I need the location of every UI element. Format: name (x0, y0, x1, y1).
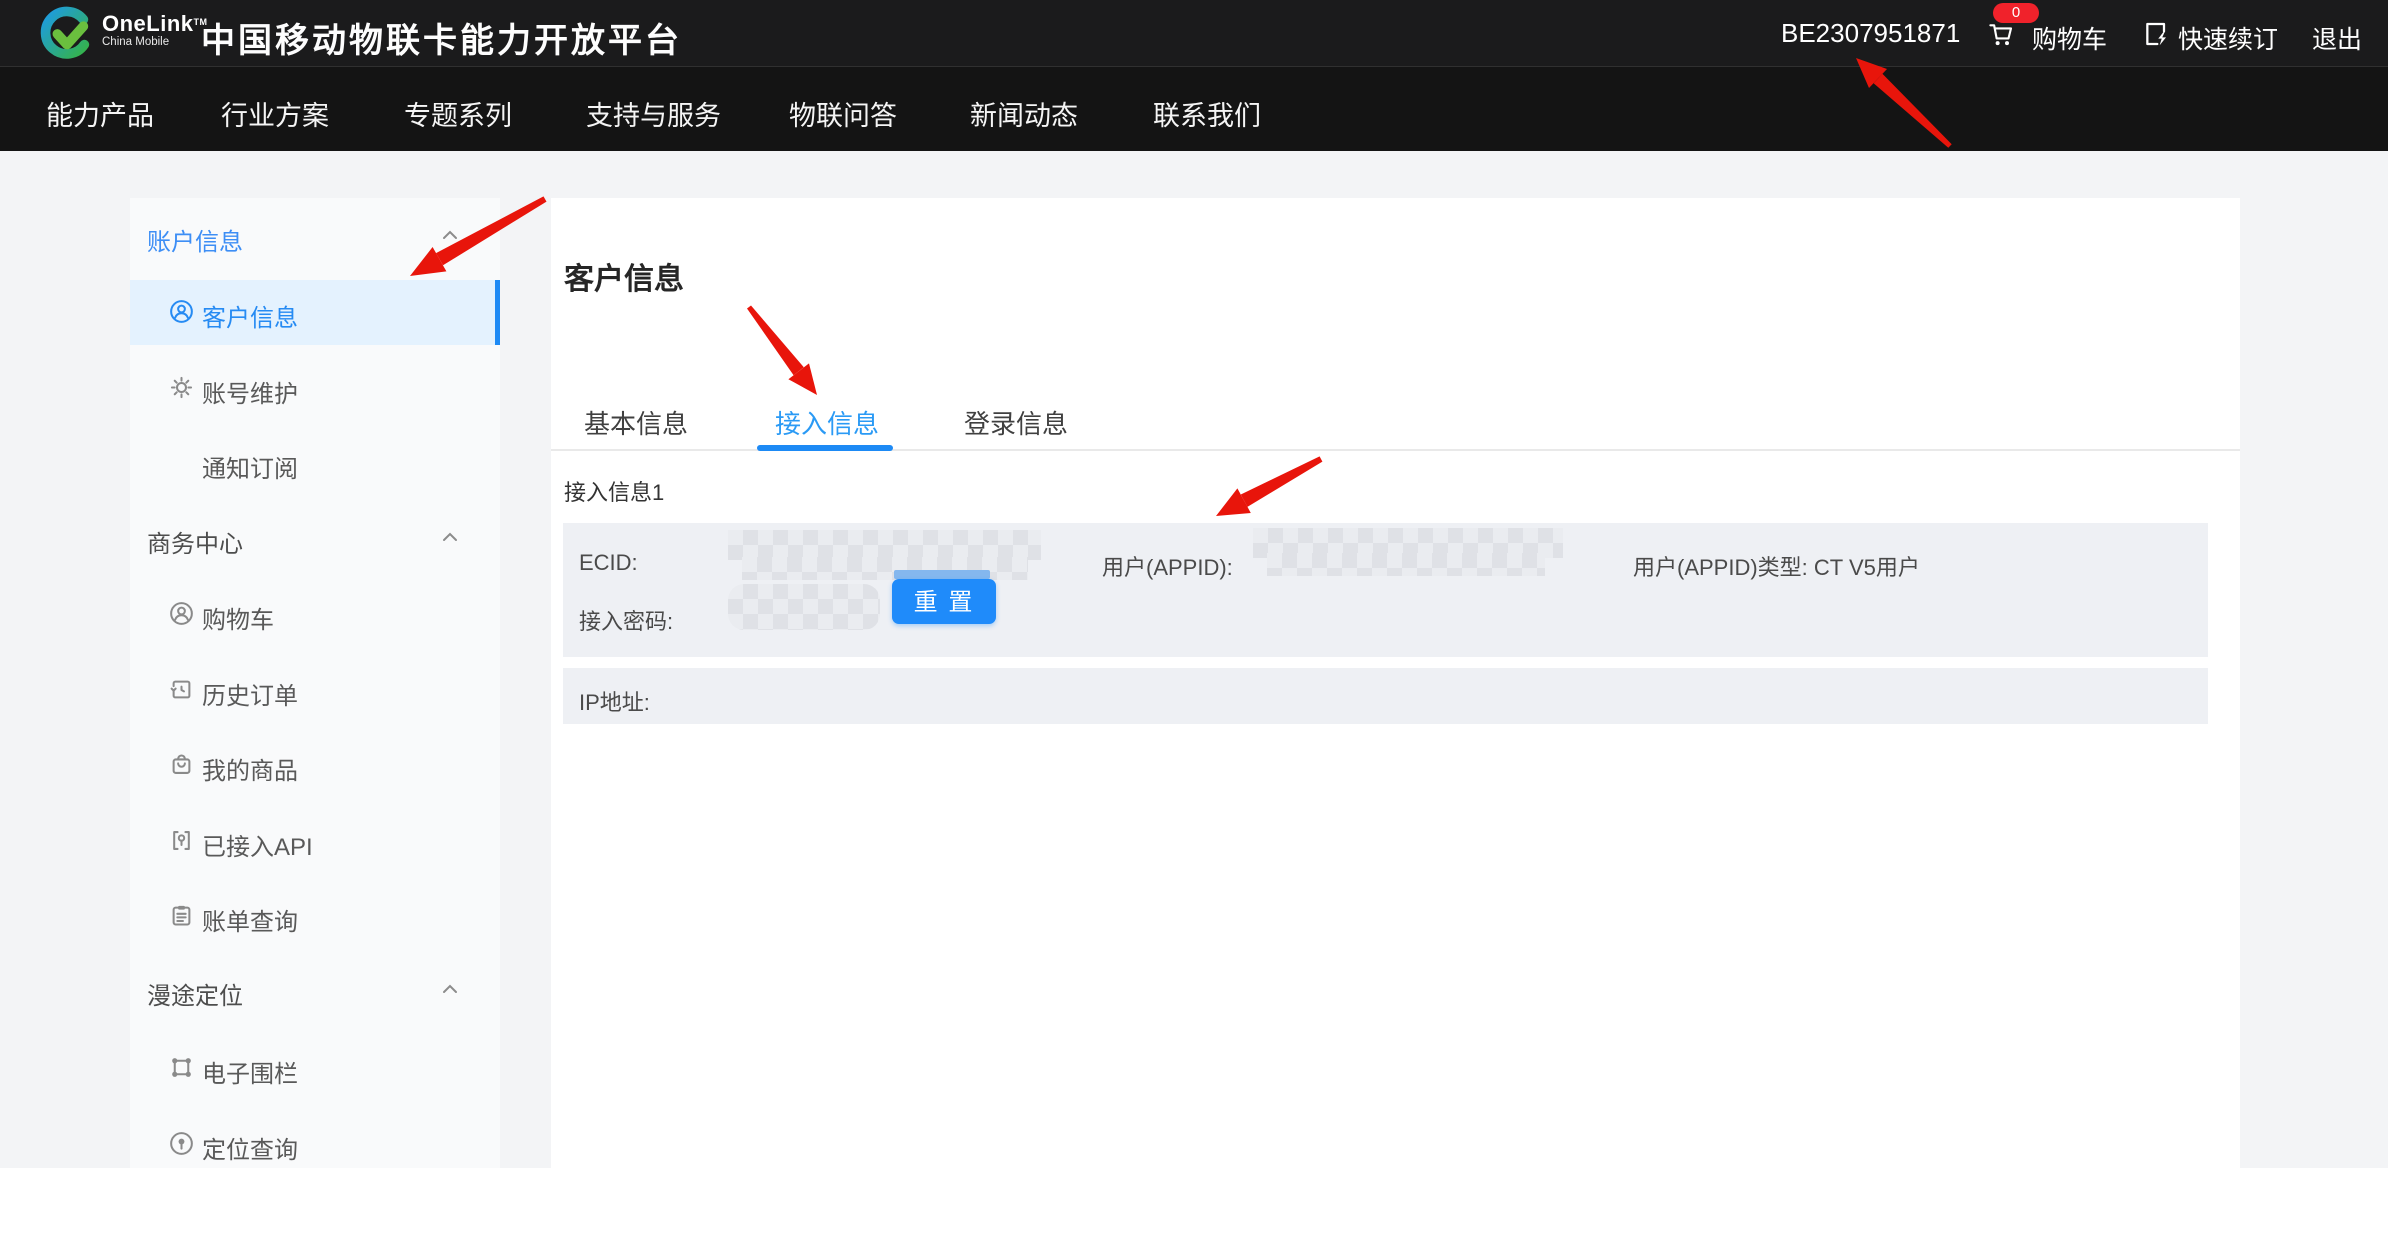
top-header-bar: OneLinkTM China Mobile 中国移动物联卡能力开放平台 BE2… (0, 0, 2388, 66)
tab-basic-info[interactable]: 基本信息 (584, 404, 688, 441)
sidebar-item-my-products[interactable]: 我的商品 (130, 733, 500, 798)
cart-icon[interactable] (1986, 19, 2016, 49)
selected-item-bar (495, 280, 500, 345)
sidebar-group-account-info[interactable]: 账户信息 (130, 204, 500, 269)
nav-item-industry-solutions[interactable]: 行业方案 (221, 94, 329, 133)
ecid-label: ECID: (579, 550, 638, 576)
tab-access-info[interactable]: 接入信息 (775, 404, 879, 441)
nav-item-contact-us[interactable]: 联系我们 (1153, 94, 1261, 133)
chevron-up-icon (442, 532, 458, 542)
sidebar-item-order-history[interactable]: 历史订单 (130, 658, 500, 723)
sidebar-item-shopping-cart[interactable]: 购物车 (130, 582, 500, 647)
user-circle-icon (168, 600, 195, 627)
nav-item-special-series[interactable]: 专题系列 (404, 94, 512, 133)
appid-value-redacted (1267, 553, 1545, 576)
chevron-up-icon (442, 984, 458, 994)
sidebar-item-label: 定位查询 (202, 1130, 298, 1165)
sidebar-item-label: 账单查询 (202, 902, 298, 937)
sidebar-menu: 账户信息 客户信息 账号维护 通知订阅 商务中心 (130, 198, 500, 1168)
sidebar-item-notification-subscription[interactable]: 通知订阅 (130, 431, 500, 496)
sidebar-item-customer-info[interactable]: 客户信息 (130, 280, 500, 345)
sidebar-item-label: 通知订阅 (202, 449, 298, 484)
nav-item-news[interactable]: 新闻动态 (970, 94, 1078, 133)
chevron-up-icon (442, 230, 458, 240)
main-content-panel: 客户信息 基本信息 接入信息 登录信息 接入信息1 ECID: 用户(APPID… (551, 198, 2240, 1168)
nav-item-support-services[interactable]: 支持与服务 (586, 94, 721, 133)
logout-link[interactable]: 退出 (2312, 20, 2362, 56)
appid-type-label-value: 用户(APPID)类型: CT V5用户 (1633, 550, 1920, 582)
geofence-icon (168, 1054, 195, 1081)
quick-renew-link[interactable]: 快速续订 (2178, 20, 2278, 56)
ip-address-label: IP地址: (579, 685, 650, 717)
appid-type-value: CT V5用户 (1814, 555, 1920, 580)
sidebar-item-connected-api[interactable]: 已接入API (130, 809, 500, 874)
cart-link[interactable]: 购物车 (2032, 20, 2107, 56)
sidebar-item-label: 历史订单 (202, 676, 298, 711)
ecid-value-redacted (728, 530, 1041, 560)
page-title: 客户信息 (564, 254, 684, 298)
sidebar-group-business-center[interactable]: 商务中心 (130, 506, 500, 571)
user-id-label[interactable]: BE2307951871 (1781, 18, 1960, 49)
sidebar-item-account-maintenance[interactable]: 账号维护 (130, 356, 500, 421)
sidebar-item-label: 电子围栏 (202, 1054, 298, 1089)
ip-address-card (563, 668, 2208, 724)
api-pin-icon (168, 827, 195, 854)
nav-item-iot-qa[interactable]: 物联问答 (789, 94, 897, 133)
site-title: 中国移动物联卡能力开放平台 (201, 13, 682, 62)
sidebar-group-label: 账户信息 (147, 222, 243, 257)
app-root: OneLinkTM China Mobile 中国移动物联卡能力开放平台 BE2… (0, 0, 2388, 1236)
reset-password-button[interactable]: 重 置 (892, 579, 996, 624)
sidebar-item-label: 购物车 (202, 600, 274, 635)
password-value-redacted (728, 584, 880, 630)
quick-renew-icon[interactable] (2140, 18, 2172, 50)
sidebar-item-label: 已接入API (202, 827, 313, 862)
access-info-section-label: 接入信息1 (564, 475, 664, 507)
user-circle-icon (168, 298, 195, 325)
sidebar-item-label: 我的商品 (202, 751, 298, 786)
location-pin-icon (168, 1130, 195, 1157)
sidebar-item-label: 账号维护 (202, 374, 298, 409)
active-tab-underline (757, 445, 893, 451)
onelink-logo-icon (40, 6, 94, 60)
appid-label: 用户(APPID): (1102, 550, 1233, 582)
redacted-highlight (894, 570, 990, 579)
sidebar-item-location-query[interactable]: 定位查询 (130, 1112, 500, 1177)
bill-clipboard-icon (168, 902, 195, 929)
history-icon (168, 676, 195, 703)
primary-nav-bar: 能力产品 行业方案 专题系列 支持与服务 物联问答 新闻动态 联系我们 (0, 66, 2388, 151)
sidebar-item-bill-inquiry[interactable]: 账单查询 (130, 884, 500, 949)
nav-item-capability-products[interactable]: 能力产品 (46, 94, 154, 133)
sidebar-item-geofence[interactable]: 电子围栏 (130, 1036, 500, 1101)
sidebar-group-label: 商务中心 (147, 524, 243, 559)
shopping-bag-icon (168, 751, 195, 778)
sidebar-group-mantu-location[interactable]: 漫途定位 (130, 958, 500, 1023)
sidebar-item-label: 客户信息 (202, 298, 298, 333)
access-password-label: 接入密码: (579, 604, 673, 636)
sidebar-group-label: 漫途定位 (147, 976, 243, 1011)
tab-login-info[interactable]: 登录信息 (964, 404, 1068, 441)
gear-icon (168, 374, 195, 401)
